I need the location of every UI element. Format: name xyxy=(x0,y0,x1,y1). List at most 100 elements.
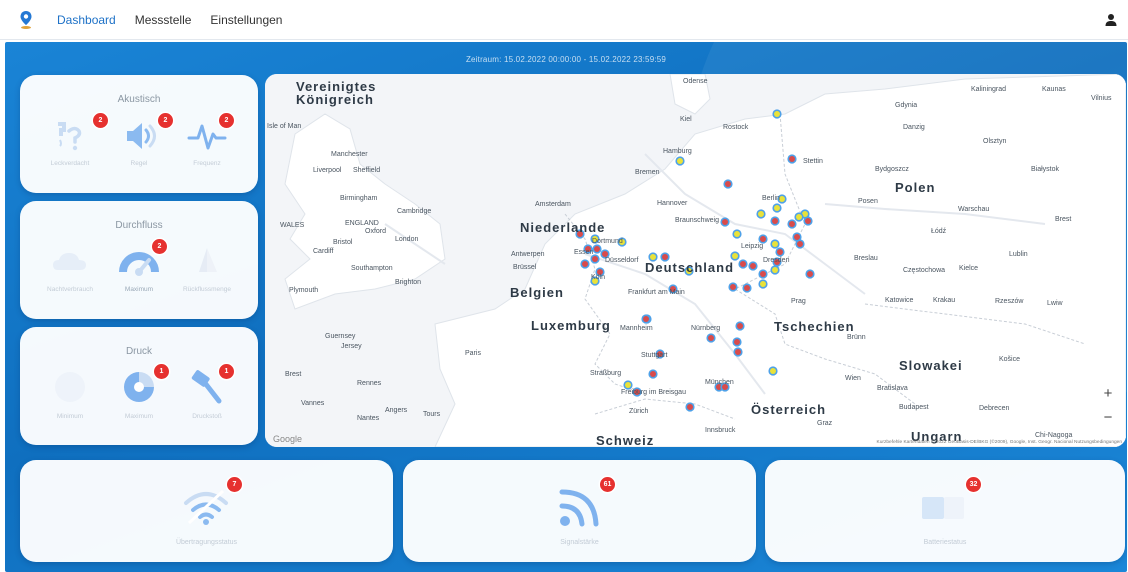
card-uebertragungsstatus[interactable]: 7 Übertragungsstatus xyxy=(20,460,393,562)
map-marker-dot[interactable] xyxy=(760,236,766,242)
zoom-in-button[interactable]: + xyxy=(1100,386,1116,402)
map-marker-dot[interactable] xyxy=(794,234,800,240)
city-label: Łódź xyxy=(931,228,947,235)
item-label: Druckstoß xyxy=(192,413,222,420)
map-marker-dot[interactable] xyxy=(772,241,778,247)
city-label: Brighton xyxy=(395,279,422,286)
item-minimum[interactable]: Minimum xyxy=(35,367,105,420)
nav-tabs: Dashboard Messstelle Einstellungen xyxy=(57,13,282,27)
tab-messstelle[interactable]: Messstelle xyxy=(135,13,192,27)
map-marker-dot[interactable] xyxy=(677,158,683,164)
map-marker-dot[interactable] xyxy=(774,111,780,117)
map-view[interactable]: Vereinigtes Königreich Niederlande Belgi… xyxy=(265,74,1126,447)
wifi-off-icon xyxy=(184,489,228,525)
badge-druckstoss: 1 xyxy=(219,364,234,379)
map-marker-dot[interactable] xyxy=(744,285,750,291)
map-marker-dot[interactable] xyxy=(643,316,649,322)
user-icon[interactable] xyxy=(1104,13,1118,27)
country-label: Königreich xyxy=(296,92,374,107)
city-label: Białystok xyxy=(1031,166,1060,173)
map-marker-dot[interactable] xyxy=(789,156,795,162)
city-label: Birmingham xyxy=(340,195,378,202)
map-marker-dot[interactable] xyxy=(807,271,813,277)
city-label: Mannheim xyxy=(620,325,653,332)
map-marker-dot[interactable] xyxy=(582,261,588,267)
map-marker-dot[interactable] xyxy=(797,241,803,247)
city-label: ENGLAND xyxy=(345,220,379,227)
city-label: Düsseldorf xyxy=(605,257,639,264)
map-marker-dot[interactable] xyxy=(760,271,766,277)
item-label: Frequenz xyxy=(193,160,221,167)
map-marker-dot[interactable] xyxy=(805,218,811,224)
badge-batteriestatus: 32 xyxy=(966,477,981,492)
map-pin-logo-icon[interactable] xyxy=(19,10,33,30)
city-label: Nürnberg xyxy=(691,325,721,332)
tab-einstellungen[interactable]: Einstellungen xyxy=(210,13,282,27)
map-marker-dot[interactable] xyxy=(789,221,795,227)
country-label: Belgien xyxy=(510,285,564,300)
city-label: Bratislava xyxy=(877,385,908,392)
map-marker-dot[interactable] xyxy=(650,371,656,377)
city-label: Košice xyxy=(999,356,1021,363)
city-label: Manchester xyxy=(331,151,368,158)
card-druck[interactable]: Druck Minimum Maximum 1 Druckstoß 1 xyxy=(20,327,258,445)
city-label: Cardiff xyxy=(313,248,334,255)
map-marker-dot[interactable] xyxy=(708,335,714,341)
map-marker-dot[interactable] xyxy=(760,281,766,287)
card-batteriestatus[interactable]: 32 Batteriestatus xyxy=(765,460,1125,562)
city-label: Essen xyxy=(574,249,594,256)
city-label: Berlin xyxy=(762,195,780,202)
card-durchfluss[interactable]: Durchfluss Nachtverbrauch Maximum 2 Rück… xyxy=(20,201,258,319)
card-label: Übertragungsstatus xyxy=(175,539,238,546)
map-marker-dot[interactable] xyxy=(774,205,780,211)
city-label: Kaliningrad xyxy=(971,86,1007,93)
map-marker-dot[interactable] xyxy=(737,323,743,329)
city-label: Oxford xyxy=(365,228,387,235)
card-signalstaerke[interactable]: 61 Signalstärke xyxy=(403,460,756,562)
badge-uebertragungsstatus: 7 xyxy=(227,477,242,492)
item-rueckflussmenge[interactable]: Rückflussmenge xyxy=(172,244,242,293)
map-marker-dot[interactable] xyxy=(592,256,598,262)
map-marker-dot[interactable] xyxy=(722,219,728,225)
country-label: Tschechien xyxy=(774,319,855,334)
city-label: Dresden xyxy=(763,257,790,264)
map-marker-dot[interactable] xyxy=(740,261,746,267)
google-logo: Google xyxy=(273,434,303,444)
map-marker-dot[interactable] xyxy=(772,267,778,273)
country-label: Slowakei xyxy=(899,358,963,373)
city-label: Plymouth xyxy=(289,287,319,294)
map-marker-dot[interactable] xyxy=(796,214,802,220)
map-marker-dot[interactable] xyxy=(625,382,631,388)
city-label: Cambridge xyxy=(397,208,432,215)
card-akustisch[interactable]: Akustisch Leckverdacht 2 Regel 2 Frequen… xyxy=(20,75,258,193)
map-marker-dot[interactable] xyxy=(735,349,741,355)
map-marker-dot[interactable] xyxy=(725,181,731,187)
city-label: Graz xyxy=(817,420,833,427)
map-marker-dot[interactable] xyxy=(770,368,776,374)
map-marker-dot[interactable] xyxy=(730,284,736,290)
tab-dashboard[interactable]: Dashboard xyxy=(57,13,116,27)
city-label: Kielce xyxy=(959,265,979,272)
map-marker-dot[interactable] xyxy=(758,211,764,217)
gauge-low-icon xyxy=(55,372,85,402)
country-label: Luxemburg xyxy=(531,318,611,333)
map-marker-dot[interactable] xyxy=(594,246,600,252)
item-nachtverbrauch[interactable]: Nachtverbrauch xyxy=(35,244,105,293)
map-marker-dot[interactable] xyxy=(734,231,740,237)
zoom-out-button[interactable]: − xyxy=(1100,410,1116,426)
map-marker-dot[interactable] xyxy=(772,218,778,224)
city-label: Warschau xyxy=(958,206,990,213)
gauge-high-icon xyxy=(124,372,154,402)
city-label: Brüssel xyxy=(513,264,537,271)
item-label: Leckverdacht xyxy=(50,160,90,167)
city-label: Rostock xyxy=(723,124,749,131)
map-marker-dot[interactable] xyxy=(734,339,740,345)
map-marker-dot[interactable] xyxy=(750,263,756,269)
map-marker-dot[interactable] xyxy=(777,249,783,255)
city-label: Brest xyxy=(1055,216,1072,223)
map-attribution[interactable]: Kurzbefehle Kartendaten © 2022 GeoBasis-… xyxy=(877,440,1122,445)
city-label: Freiburg im Breisgau xyxy=(621,389,686,396)
map-marker-dot[interactable] xyxy=(732,253,738,259)
map-marker-dot[interactable] xyxy=(687,404,693,410)
sail-icon xyxy=(199,248,217,272)
